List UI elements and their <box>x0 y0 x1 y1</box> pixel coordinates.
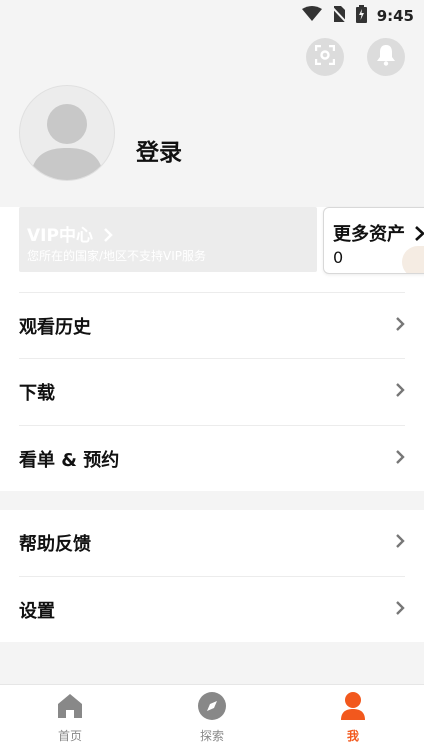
notifications-button[interactable] <box>367 38 405 76</box>
chevron-right-icon <box>395 600 405 620</box>
status-time: 9:45 <box>376 7 414 25</box>
menu-item-watchlist[interactable]: 看单 & 预约 <box>19 426 405 492</box>
scan-icon <box>314 44 336 69</box>
default-avatar-icon <box>20 104 114 180</box>
bottom-nav: 首页 探索 我 <box>0 684 424 754</box>
menu-item-watch-history[interactable]: 观看历史 <box>19 293 405 359</box>
chevron-right-icon <box>395 382 405 402</box>
scan-button[interactable] <box>306 38 344 76</box>
login-button[interactable]: 登录 <box>136 133 182 167</box>
chevron-right-icon <box>395 316 405 336</box>
menu-item-help-feedback[interactable]: 帮助反馈 <box>19 510 405 576</box>
nav-home[interactable]: 首页 <box>20 685 120 754</box>
nav-explore[interactable]: 探索 <box>162 685 262 754</box>
profile-icon <box>336 689 370 723</box>
wifi-icon <box>301 6 322 26</box>
assets-value: 0 <box>333 248 344 267</box>
nav-me-label: 我 <box>346 729 359 743</box>
menu-item-label: 观看历史 <box>19 317 91 338</box>
menu-item-label: 下载 <box>19 383 55 404</box>
menu-item-label: 设置 <box>19 601 55 622</box>
menu-item-settings[interactable]: 设置 <box>19 577 405 643</box>
vip-subtitle: 您所在的国家/地区不支持VIP服务 <box>27 249 207 263</box>
chevron-right-icon <box>395 533 405 553</box>
nav-explore-label: 探索 <box>199 729 224 743</box>
more-assets-card[interactable]: 更多资产 0 <box>323 207 424 274</box>
vip-center-card[interactable]: VIP中心 您所在的国家/地区不支持VIP服务 <box>19 207 317 272</box>
bell-icon <box>376 44 396 70</box>
home-icon <box>53 689 87 723</box>
chevron-right-icon <box>99 226 113 246</box>
status-bar: 9:45 <box>0 0 424 30</box>
chevron-right-icon <box>411 224 424 245</box>
chevron-right-icon <box>395 449 405 469</box>
menu-item-downloads[interactable]: 下载 <box>19 359 405 425</box>
assets-title: 更多资产 <box>333 220 424 246</box>
menu-item-label: 帮助反馈 <box>19 534 91 555</box>
no-sim-icon <box>330 5 347 27</box>
battery-charging-icon <box>355 5 367 27</box>
vip-title: VIP中心 <box>27 221 113 246</box>
nav-me[interactable]: 我 <box>303 685 403 754</box>
nav-home-label: 首页 <box>57 729 82 743</box>
avatar[interactable] <box>19 85 115 181</box>
status-icons: 9:45 <box>301 5 414 27</box>
compass-icon <box>195 689 229 723</box>
menu-item-label: 看单 & 预约 <box>19 450 120 471</box>
assets-decoration <box>402 246 424 273</box>
